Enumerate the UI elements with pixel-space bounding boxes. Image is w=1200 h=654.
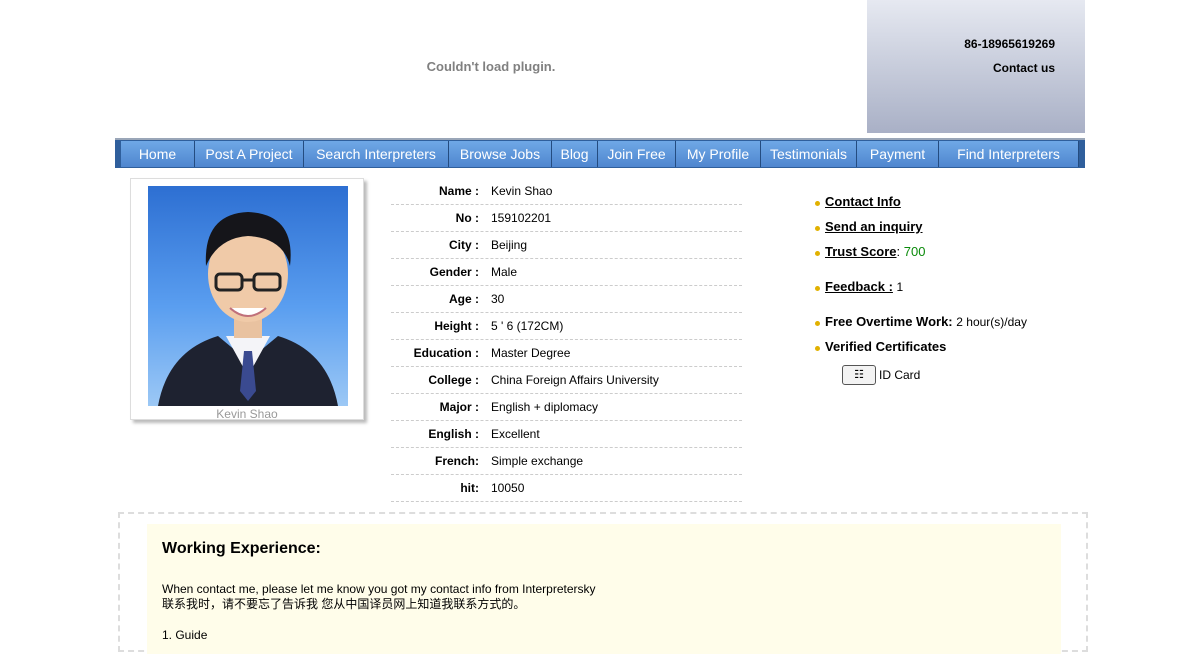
field-label: French: bbox=[434, 454, 479, 468]
plugin-placeholder: Couldn't load plugin. bbox=[426, 59, 556, 74]
bullet-icon bbox=[815, 285, 820, 291]
field-label: Age : bbox=[449, 292, 479, 306]
main-nav: Home Post A Project Search Interpreters Bro… bbox=[115, 138, 1085, 168]
nav-item-browse-jobs[interactable]: Browse Jobs bbox=[449, 141, 552, 167]
profile-row: City : Beijing bbox=[391, 232, 742, 259]
field-value: Male bbox=[491, 265, 518, 279]
field-value: 159102201 bbox=[491, 211, 552, 225]
field-value: China Foreign Affairs University bbox=[491, 373, 659, 387]
feedback-count: 1 bbox=[896, 279, 904, 294]
experience-section: Working Experience: When contact me, ple… bbox=[118, 512, 1088, 654]
field-value: Simple exchange bbox=[491, 454, 584, 468]
bullet-icon bbox=[815, 225, 820, 231]
trust-score-item: Trust Score : 700 bbox=[815, 244, 925, 259]
bullet-icon bbox=[815, 200, 820, 206]
profile-row: French: Simple exchange bbox=[391, 448, 742, 475]
profile-row: College : China Foreign Affairs Universit… bbox=[391, 367, 742, 394]
profile-row: No : 159102201 bbox=[391, 205, 742, 232]
bullet-icon bbox=[815, 320, 820, 326]
verified-item: Verified Certificates bbox=[815, 339, 946, 354]
profile-row: Gender : Male bbox=[391, 259, 742, 286]
experience-line-2: 联系我时，请不要忘了告诉我 您从中国译员网上知道我联系方式的。 bbox=[162, 597, 526, 611]
profile-photo-card: Kevin Shao bbox=[130, 178, 364, 421]
experience-list-start: 1. Guide bbox=[162, 628, 208, 642]
field-label: hit: bbox=[460, 481, 479, 495]
field-label: City : bbox=[449, 238, 479, 252]
contact-info-link[interactable]: Contact Info bbox=[825, 194, 901, 209]
nav-item-join-free[interactable]: Join Free bbox=[598, 141, 676, 167]
field-label: English : bbox=[428, 427, 479, 441]
id-card-certificate[interactable]: ☷ ID Card bbox=[842, 365, 920, 385]
phone-number: 86-18965619269 bbox=[964, 37, 1055, 51]
profile-row: Education : Master Degree bbox=[391, 340, 742, 367]
id-card-icon: ☷ bbox=[842, 365, 876, 385]
contact-info-item: Contact Info bbox=[815, 194, 901, 209]
field-value: 10050 bbox=[491, 481, 525, 495]
profile-photo[interactable] bbox=[148, 186, 348, 406]
profile-row: Age : 30 bbox=[391, 286, 742, 313]
person-portrait-icon bbox=[158, 212, 338, 406]
nav-item-testimonials[interactable]: Testimonials bbox=[761, 141, 857, 167]
bullet-icon bbox=[815, 250, 820, 256]
send-inquiry-item: Send an inquiry bbox=[815, 219, 923, 234]
profile-row: Height : 5 ' 6 (172CM) bbox=[391, 313, 742, 340]
experience-text: When contact me, please let me know you … bbox=[162, 582, 596, 612]
field-value: Beijing bbox=[491, 238, 528, 252]
nav-item-post-a-project[interactable]: Post A Project bbox=[195, 141, 304, 167]
experience-panel: Working Experience: When contact me, ple… bbox=[147, 524, 1061, 654]
field-value: English + diplomacy bbox=[491, 400, 599, 414]
nav-item-my-profile[interactable]: My Profile bbox=[676, 141, 761, 167]
contact-us-link[interactable]: Contact us bbox=[993, 61, 1055, 75]
trust-score-separator: : bbox=[896, 244, 901, 259]
field-label: Education : bbox=[413, 346, 479, 360]
nav-item-home[interactable]: Home bbox=[121, 141, 195, 167]
nav-item-search-interpreters[interactable]: Search Interpreters bbox=[304, 141, 449, 167]
field-label: Height : bbox=[434, 319, 479, 333]
header-contact-panel: 86-18965619269 Contact us bbox=[867, 0, 1085, 133]
overtime-value: 2 hour(s)/day bbox=[956, 314, 1027, 329]
nav-item-blog[interactable]: Blog bbox=[552, 141, 598, 167]
nav-item-payment[interactable]: Payment bbox=[857, 141, 939, 167]
nav-bar: Home Post A Project Search Interpreters Bro… bbox=[121, 141, 1079, 167]
experience-title: Working Experience: bbox=[162, 540, 321, 557]
profile-row: Major : English + diplomacy bbox=[391, 394, 742, 421]
profile-details: Name : Kevin Shao No : 159102201 City : Beiji… bbox=[391, 178, 742, 502]
field-label: No : bbox=[455, 211, 479, 225]
nav-item-find-interpreters[interactable]: Find Interpreters bbox=[939, 141, 1079, 167]
feedback-item: Feedback : 1 bbox=[815, 279, 903, 294]
trust-score-value: 700 bbox=[903, 244, 926, 259]
bullet-icon bbox=[815, 345, 820, 351]
verified-label: Verified Certificates bbox=[825, 339, 947, 354]
field-value: 30 bbox=[491, 292, 505, 306]
feedback-link[interactable]: Feedback : bbox=[825, 279, 893, 294]
profile-row: Name : Kevin Shao bbox=[391, 178, 742, 205]
send-inquiry-link[interactable]: Send an inquiry bbox=[825, 219, 923, 234]
profile-row: English : Excellent bbox=[391, 421, 742, 448]
profile-row: hit: 10050 bbox=[391, 475, 742, 502]
overtime-item: Free Overtime Work: 2 hour(s)/day bbox=[815, 314, 1027, 329]
photo-caption: Kevin Shao bbox=[216, 407, 278, 421]
experience-line-1: When contact me, please let me know you … bbox=[162, 582, 596, 596]
field-label: Name : bbox=[438, 184, 479, 198]
field-value: Master Degree bbox=[491, 346, 571, 360]
id-card-label: ID Card bbox=[879, 368, 921, 382]
field-value: 5 ' 6 (172CM) bbox=[491, 319, 564, 333]
field-label: Gender : bbox=[429, 265, 479, 279]
field-value: Kevin Shao bbox=[491, 184, 553, 198]
field-label: Major : bbox=[439, 400, 479, 414]
trust-score-link[interactable]: Trust Score bbox=[825, 244, 897, 259]
field-label: College : bbox=[428, 373, 479, 387]
overtime-label: Free Overtime Work: bbox=[825, 314, 953, 329]
field-value: Excellent bbox=[491, 427, 540, 441]
